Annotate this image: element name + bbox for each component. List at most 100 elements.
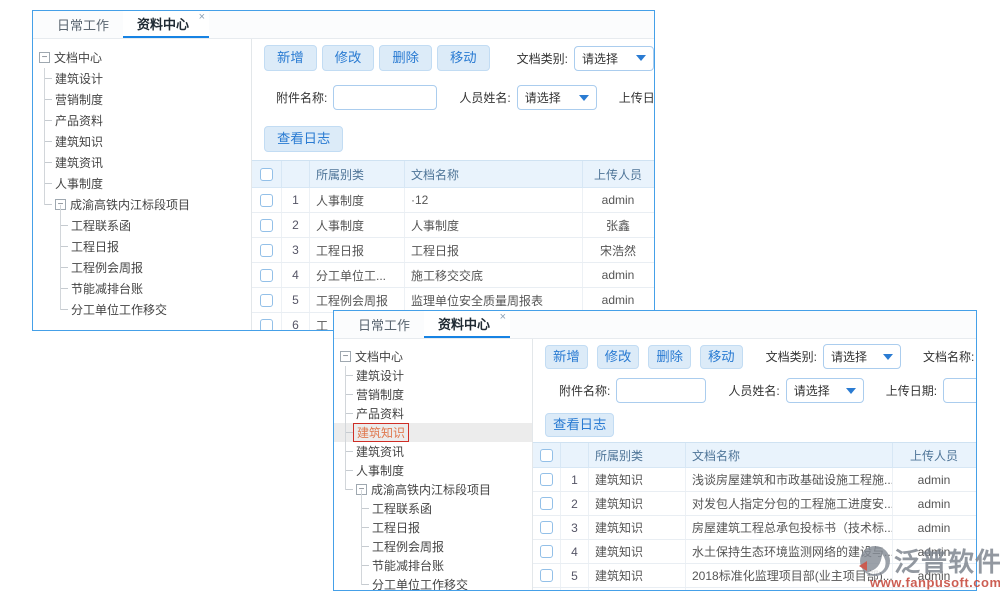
- view-log-button[interactable]: 查看日志: [264, 126, 343, 152]
- tree-item[interactable]: − 产品资料: [33, 110, 251, 131]
- modify-button[interactable]: 修改: [322, 45, 375, 71]
- tab-data-center[interactable]: 资料中心 ×: [123, 11, 209, 38]
- tab-label: 资料中心: [137, 14, 189, 33]
- move-button[interactable]: 移动: [700, 345, 743, 369]
- tree-item[interactable]: − 成渝高铁内江标段项目: [33, 194, 251, 215]
- tree-item[interactable]: − 建筑资讯: [33, 152, 251, 173]
- tree-connector: [345, 451, 353, 452]
- tree-item-label: 产品资料: [356, 405, 404, 422]
- attachment-name-input[interactable]: [333, 85, 437, 110]
- col-header-uploader[interactable]: 上传人员: [893, 443, 975, 467]
- person-name-select[interactable]: 请选择: [786, 378, 864, 403]
- tab-data-center[interactable]: 资料中心 ×: [424, 311, 510, 338]
- doc-category-select[interactable]: 请选择: [823, 344, 901, 369]
- delete-button[interactable]: 删除: [379, 45, 432, 71]
- table-row[interactable]: 3 建筑知识 房屋建筑工程总承包投标书（技术标... admin: [533, 516, 976, 540]
- add-button[interactable]: 新增: [545, 345, 588, 369]
- table-row[interactable]: 2 人事制度 人事制度 张鑫: [252, 213, 654, 238]
- logo-url: www.fanpusoft.com: [870, 575, 1000, 590]
- delete-button[interactable]: 删除: [648, 345, 691, 369]
- col-header-category[interactable]: 所属别类: [310, 161, 405, 187]
- tree-item[interactable]: − 建筑设计: [334, 366, 532, 385]
- tree-item[interactable]: − 建筑资讯: [334, 442, 532, 461]
- row-category: 分工单位工...: [310, 263, 405, 287]
- tree-item[interactable]: − 工程日报: [33, 236, 251, 257]
- tree-item[interactable]: − 节能减排台账: [33, 278, 251, 299]
- row-checkbox[interactable]: [540, 521, 553, 534]
- table-row[interactable]: 1 建筑知识 浅谈房屋建筑和市政基础设施工程施... admin: [533, 468, 976, 492]
- upload-date-input[interactable]: [943, 378, 976, 403]
- table-row[interactable]: 1 人事制度 ·12 admin: [252, 188, 654, 213]
- tree-item[interactable]: − 工程例会周报: [33, 257, 251, 278]
- tab-daily-work[interactable]: 日常工作: [43, 11, 123, 38]
- row-index: 5: [282, 288, 310, 312]
- tree-item-label: 文档中心: [54, 49, 102, 66]
- tab-bar: 日常工作 资料中心 ×: [334, 311, 976, 339]
- col-header-doc-name[interactable]: 文档名称: [686, 443, 893, 467]
- row-checkbox[interactable]: [540, 545, 553, 558]
- tree-connector: [44, 162, 52, 163]
- table-row[interactable]: 2 建筑知识 对发包人指定分包的工程施工进度安... admin: [533, 492, 976, 516]
- tree-item[interactable]: − 建筑设计: [33, 68, 251, 89]
- move-button[interactable]: 移动: [437, 45, 490, 71]
- fanpu-watermark: 泛普软件 www.fanpusoft.com: [856, 542, 1000, 590]
- tree-connector: [345, 432, 353, 433]
- row-checkbox[interactable]: [260, 244, 273, 257]
- tree-item[interactable]: − 工程联系函: [33, 215, 251, 236]
- tree-item-label: 工程例会周报: [372, 538, 444, 555]
- tree-item[interactable]: − 文档中心: [334, 347, 532, 366]
- row-checkbox[interactable]: [260, 294, 273, 307]
- row-checkbox[interactable]: [540, 473, 553, 486]
- tree-item[interactable]: − 产品资料: [334, 404, 532, 423]
- view-log-button[interactable]: 查看日志: [545, 413, 614, 437]
- row-checkbox[interactable]: [260, 319, 273, 331]
- doc-category-select[interactable]: 请选择: [574, 46, 654, 71]
- select-all-checkbox[interactable]: [260, 168, 273, 181]
- tree-item[interactable]: − 分工单位工作移交: [334, 575, 532, 590]
- window-datacenter-back: 日常工作 资料中心 × − 文档中心 − 建筑设计 − 营销制度: [32, 10, 655, 331]
- tree-item[interactable]: − 成渝高铁内江标段项目: [334, 480, 532, 499]
- collapse-icon[interactable]: −: [340, 351, 351, 362]
- tree-item[interactable]: − 营销制度: [33, 89, 251, 110]
- tree-item[interactable]: − 人事制度: [33, 173, 251, 194]
- col-header-category[interactable]: 所属别类: [589, 443, 686, 467]
- tree-item[interactable]: − 分工单位工作移交: [33, 299, 251, 320]
- col-header-doc-name[interactable]: 文档名称: [405, 161, 583, 187]
- collapse-icon[interactable]: −: [55, 199, 66, 210]
- tree-item[interactable]: − 营销制度: [334, 385, 532, 404]
- tree-item[interactable]: − 工程例会周报: [334, 537, 532, 556]
- tree-item[interactable]: − 建筑知识: [33, 131, 251, 152]
- tree-item[interactable]: − 工程联系函: [334, 499, 532, 518]
- person-name-select[interactable]: 请选择: [517, 85, 597, 110]
- select-all-checkbox[interactable]: [540, 449, 553, 462]
- row-doc-name: 监理单位安全质量周报表: [405, 288, 583, 312]
- collapse-icon[interactable]: −: [356, 484, 367, 495]
- tree-item[interactable]: − 节能减排台账: [334, 556, 532, 575]
- tree-item[interactable]: − 建筑知识: [334, 423, 532, 442]
- doc-category-label: 文档类别:: [517, 50, 568, 67]
- close-icon[interactable]: ×: [500, 312, 506, 323]
- add-button[interactable]: 新增: [264, 45, 317, 71]
- tree-connector: [44, 120, 52, 121]
- table-row[interactable]: 3 工程日报 工程日报 宋浩然: [252, 238, 654, 263]
- doc-name-label: 文档名称:: [923, 348, 974, 365]
- row-checkbox[interactable]: [260, 269, 273, 282]
- row-index: 4: [282, 263, 310, 287]
- table-row[interactable]: 4 分工单位工... 施工移交交底 admin: [252, 263, 654, 288]
- tree-item-label: 工程日报: [71, 238, 119, 255]
- row-checkbox[interactable]: [540, 497, 553, 510]
- tree-item[interactable]: − 人事制度: [334, 461, 532, 480]
- row-checkbox[interactable]: [260, 194, 273, 207]
- col-header-uploader[interactable]: 上传人员: [583, 161, 653, 187]
- attachment-name-input[interactable]: [616, 378, 706, 403]
- modify-button[interactable]: 修改: [597, 345, 640, 369]
- collapse-icon[interactable]: −: [39, 52, 50, 63]
- row-checkbox[interactable]: [260, 219, 273, 232]
- close-icon[interactable]: ×: [199, 12, 205, 23]
- tree-item[interactable]: − 工程日报: [334, 518, 532, 537]
- tab-daily-work[interactable]: 日常工作: [344, 311, 424, 338]
- attachment-name-label: 附件名称:: [276, 89, 327, 106]
- tree-item[interactable]: − 文档中心: [33, 47, 251, 68]
- row-uploader: admin: [583, 288, 653, 312]
- row-checkbox[interactable]: [540, 569, 553, 582]
